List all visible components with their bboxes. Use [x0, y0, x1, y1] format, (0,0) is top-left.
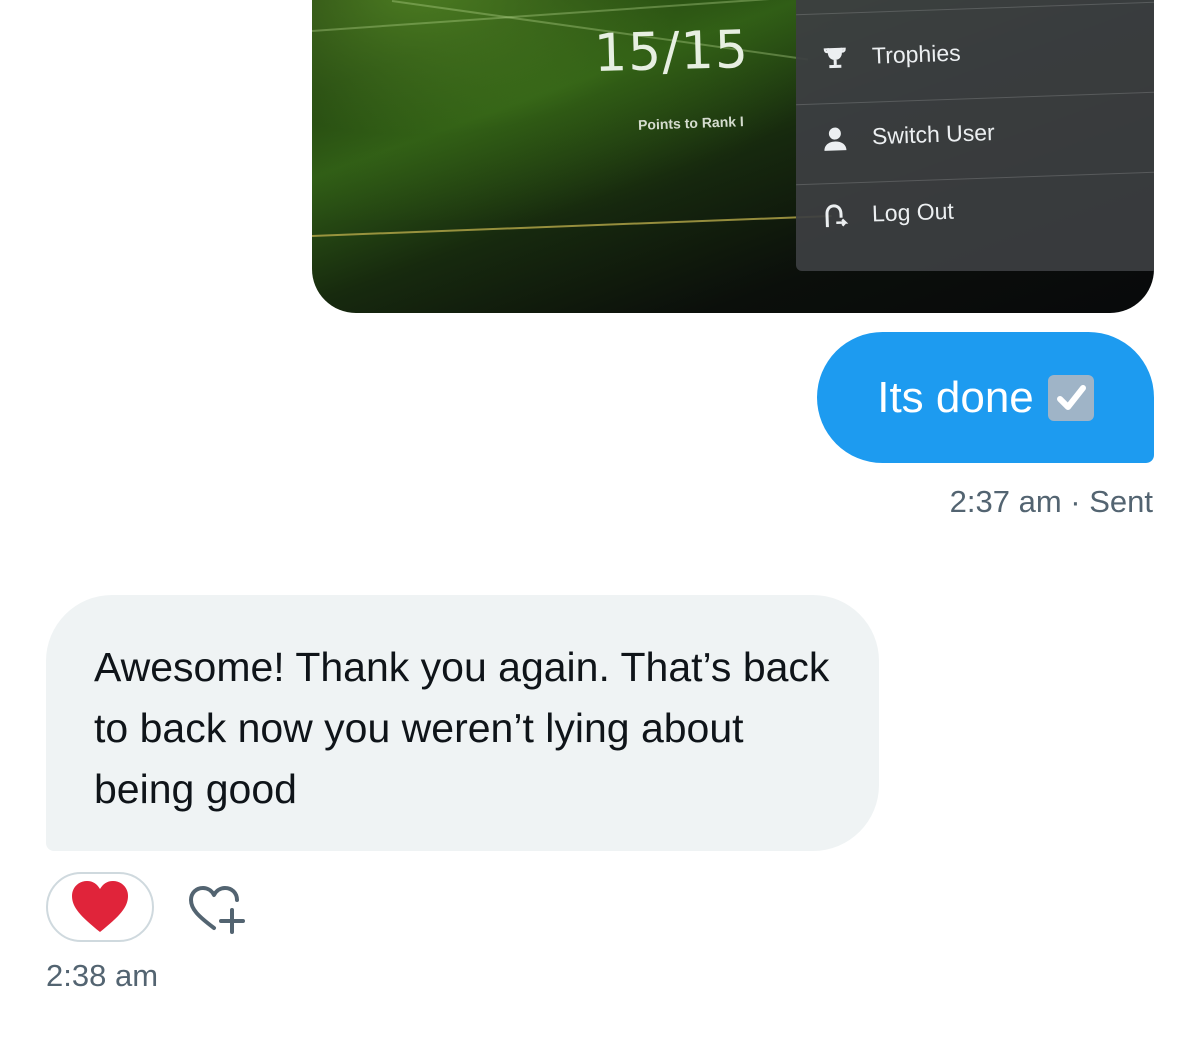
- sent-message-meta: 2:37 am · Sent: [950, 484, 1153, 520]
- received-message-text: Awesome! Thank you again. That’s back to…: [94, 644, 830, 812]
- heart-icon: [72, 881, 128, 932]
- received-message-bubble[interactable]: Awesome! Thank you again. That’s back to…: [46, 595, 879, 851]
- score-text: 15/15: [593, 19, 750, 85]
- screen-glow: [312, 0, 832, 220]
- menu-divider: [796, 1, 1154, 16]
- add-reaction-button[interactable]: [186, 880, 248, 940]
- sent-photo[interactable]: 15/15 Points to Rank I Trophies Switch U…: [312, 0, 1154, 313]
- menu-item-label: Log Out: [871, 197, 955, 227]
- menu-item-label: Switch User: [871, 118, 996, 150]
- logout-icon: [825, 203, 849, 227]
- menu-item-log-out: Log Out: [822, 198, 955, 230]
- received-time: 2:38 am: [46, 958, 159, 993]
- user-icon: [824, 127, 847, 151]
- menu-divider: [796, 91, 1154, 106]
- menu-item-switch-user: Switch User: [822, 119, 996, 152]
- game-menu: Trophies Switch User Log Out: [796, 0, 1154, 271]
- menu-item-label: Trophies: [871, 39, 962, 69]
- sent-status: Sent: [1089, 484, 1153, 519]
- sent-time: 2:37 am: [949, 484, 1062, 519]
- sent-message-bubble[interactable]: Its done: [817, 332, 1154, 463]
- meta-separator: ·: [1070, 484, 1081, 519]
- heart-reaction-button[interactable]: [46, 872, 154, 942]
- menu-divider: [796, 171, 1154, 186]
- sent-message-text: Its done: [877, 372, 1034, 422]
- menu-item-trophies: Trophies: [822, 40, 961, 72]
- check-box-icon: [1047, 374, 1094, 421]
- trophy-icon: [823, 47, 846, 68]
- add-reaction-icon: [189, 886, 245, 934]
